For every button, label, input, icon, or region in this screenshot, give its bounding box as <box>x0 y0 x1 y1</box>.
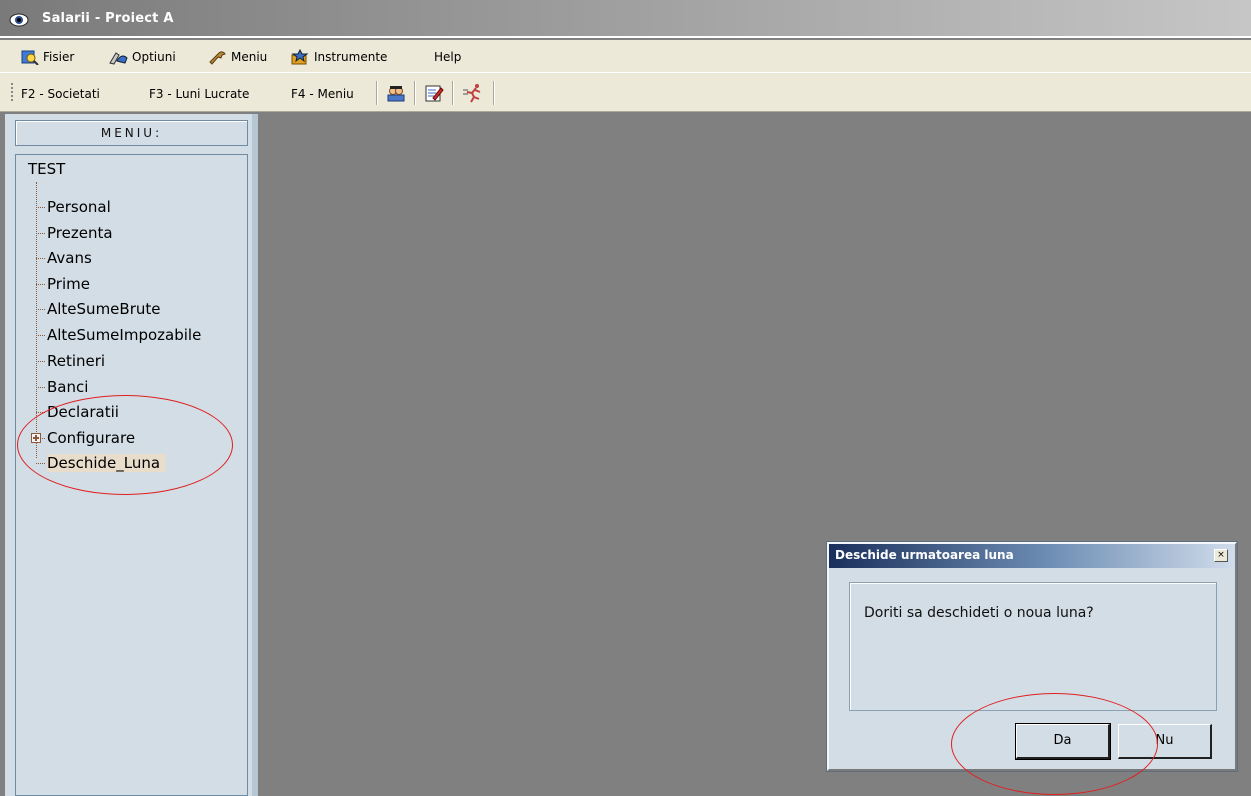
menu-help[interactable]: Help <box>434 47 461 67</box>
tree-branch <box>36 360 45 362</box>
tree-item-label: Avans <box>47 249 92 267</box>
meniu-button[interactable]: F4 - Meniu <box>291 84 354 104</box>
societati-button[interactable]: F2 - Societati <box>21 84 100 104</box>
window-title: Salarii - Proiect A <box>42 11 174 26</box>
menu-optiuni[interactable]: Optiuni <box>108 47 176 67</box>
toolbar: F2 - Societati F3 - Luni Lucrate F4 - Me… <box>0 72 1251 112</box>
search-document-icon <box>21 50 39 65</box>
exit-toolbar-button[interactable] <box>462 82 484 104</box>
toolbar-separator <box>452 81 454 105</box>
toolbar-separator <box>376 81 378 105</box>
dialog-message-frame: Doriti sa deschideti o noua luna? <box>849 582 1217 711</box>
tree-branch <box>36 462 45 464</box>
users-icon <box>387 86 405 102</box>
tree-item-configurare[interactable]: Configurare <box>31 427 136 449</box>
toolbar-separator <box>493 81 495 105</box>
dialog-message: Doriti sa deschideti o noua luna? <box>864 605 1094 621</box>
tree-branch <box>36 308 45 310</box>
wrench-icon <box>209 51 226 65</box>
tree-item-prime[interactable]: Prime <box>36 273 90 295</box>
tree-branch <box>36 411 45 413</box>
expand-plus-icon[interactable] <box>31 433 41 443</box>
tree-branch <box>36 206 45 208</box>
dialog-title: Deschide urmatoarea luna <box>835 548 1014 562</box>
luni-lucrate-button[interactable]: F3 - Luni Lucrate <box>149 84 249 104</box>
menu-meniu-label: Meniu <box>231 50 268 64</box>
menu-help-label: Help <box>434 50 462 64</box>
tree-item-declaratii[interactable]: Declaratii <box>36 401 119 423</box>
tree-branch <box>36 334 45 336</box>
tree-branch <box>36 257 45 259</box>
tree-item-personal[interactable]: Personal <box>36 196 111 218</box>
tree-branch <box>36 386 45 388</box>
tree-item-deschide-luna[interactable]: Deschide_Luna <box>36 452 167 474</box>
window-titlebar: Salarii - Proiect A <box>0 0 1251 38</box>
menu-bar: Fisier Optiuni Meniu Instrumente Help <box>0 40 1251 72</box>
tools-hand-icon <box>109 52 128 65</box>
tree-item-label: Prime <box>47 275 90 293</box>
menu-instrumente[interactable]: Instrumente <box>290 47 387 67</box>
edit-toolbar-button[interactable] <box>423 82 445 104</box>
tree-branch <box>36 283 45 285</box>
tree-item-retineri[interactable]: Retineri <box>36 350 105 372</box>
eye-icon <box>9 13 29 27</box>
tree-item-label: Configurare <box>47 429 136 447</box>
tree-item-label: AlteSumeImpozabile <box>47 326 202 344</box>
close-icon[interactable]: × <box>1214 549 1228 562</box>
menu-meniu[interactable]: Meniu <box>207 47 267 67</box>
menu-fisier[interactable]: Fisier <box>21 47 74 67</box>
tree-branch <box>36 232 45 234</box>
tree-item-altesumeimpozabile[interactable]: AlteSumeImpozabile <box>36 324 201 346</box>
tree-item-label: Deschide_Luna <box>47 454 167 472</box>
sidebar-header: MENIU: <box>15 120 248 146</box>
edit-form-icon <box>425 85 444 102</box>
menu-optiuni-label: Optiuni <box>132 50 176 64</box>
confirm-dialog: Deschide urmatoarea luna × Doriti sa des… <box>827 542 1237 771</box>
tree-item-label: Declaratii <box>47 403 119 421</box>
tree-item-label: Personal <box>47 198 111 216</box>
yes-button[interactable]: Da <box>1016 724 1110 759</box>
tree-item-prezenta[interactable]: Prezenta <box>36 222 113 244</box>
exit-runner-icon <box>463 84 481 103</box>
tree-item-banci[interactable]: Banci <box>36 376 88 398</box>
sidebar-panel: MENIU: TEST Personal Prezenta Avans Prim… <box>5 114 258 796</box>
tree-item-label: AlteSumeBrute <box>47 300 161 318</box>
dialog-titlebar[interactable]: Deschide urmatoarea luna × <box>829 544 1235 568</box>
menu-instrumente-label: Instrumente <box>314 50 388 64</box>
tree-item-altesumebrute[interactable]: AlteSumeBrute <box>36 298 160 320</box>
users-toolbar-button[interactable] <box>385 82 407 104</box>
tree-item-label: Banci <box>47 378 89 396</box>
tree-item-avans[interactable]: Avans <box>36 247 92 269</box>
toolbar-grip[interactable] <box>11 83 14 103</box>
star-tools-icon <box>291 49 309 65</box>
no-button[interactable]: Nu <box>1118 724 1212 759</box>
tree-root[interactable]: TEST <box>28 160 65 178</box>
tree-item-label: Retineri <box>47 352 106 370</box>
menu-tree[interactable]: TEST Personal Prezenta Avans Prime AlteS… <box>15 154 248 796</box>
tree-item-label: Prezenta <box>47 224 113 242</box>
toolbar-separator <box>414 81 416 105</box>
menu-fisier-label: Fisier <box>43 50 75 64</box>
